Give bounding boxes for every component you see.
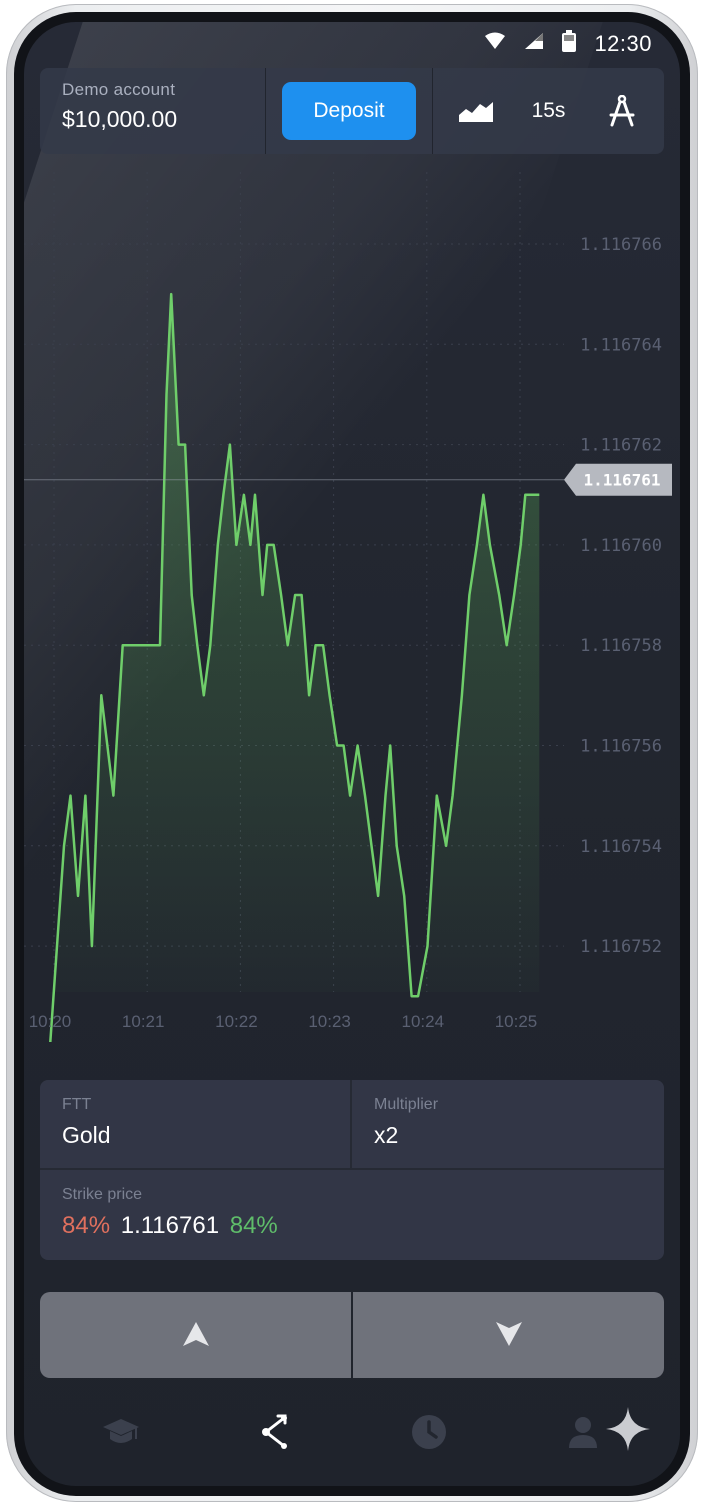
area-chart-icon[interactable] bbox=[446, 81, 506, 141]
current-price-tag: 1.116761 bbox=[564, 463, 672, 496]
trade-buttons bbox=[40, 1292, 664, 1378]
battery-icon bbox=[562, 30, 577, 57]
price-area bbox=[50, 294, 540, 1042]
nav-education[interactable] bbox=[91, 1409, 151, 1459]
y-tick-label: 1.116764 bbox=[580, 335, 662, 355]
nav-profile[interactable] bbox=[553, 1409, 613, 1459]
account-info[interactable]: Demo account $10,000.00 bbox=[40, 68, 266, 154]
ftt-value: Gold bbox=[62, 1122, 111, 1148]
x-axis-labels: 10:20 10:21 10:22 10:23 10:24 10:25 bbox=[29, 1012, 538, 1031]
deposit-button[interactable]: Deposit bbox=[282, 82, 416, 140]
strike-value: 1.116761 bbox=[120, 1212, 220, 1239]
compass-ruler-icon[interactable] bbox=[592, 81, 652, 141]
up-button[interactable] bbox=[40, 1292, 351, 1378]
multiplier-label: Multiplier bbox=[374, 1096, 439, 1113]
nav-history[interactable] bbox=[399, 1409, 459, 1459]
strike-pct-right: 84% bbox=[229, 1212, 278, 1239]
strike-label: Strike price bbox=[62, 1186, 143, 1203]
arrow-down-icon bbox=[495, 1321, 523, 1350]
down-button[interactable] bbox=[353, 1292, 664, 1378]
nav-trading[interactable] bbox=[245, 1409, 305, 1459]
x-tick-label: 10:24 bbox=[402, 1012, 445, 1031]
x-tick-label: 10:25 bbox=[495, 1012, 538, 1031]
x-tick-label: 10:23 bbox=[308, 1012, 351, 1031]
graduation-cap-icon bbox=[102, 1417, 140, 1452]
user-icon bbox=[567, 1415, 599, 1454]
arrow-up-icon bbox=[182, 1321, 210, 1350]
bottom-nav bbox=[24, 1402, 680, 1466]
signal-icon bbox=[524, 32, 544, 55]
app-screen: 12:30 Demo account $10,000.00 Deposit 15… bbox=[24, 22, 680, 1486]
current-price-value: 1.116761 bbox=[583, 471, 660, 490]
multiplier-selector[interactable]: Multiplier x2 bbox=[352, 1080, 438, 1168]
y-tick-label: 1.116752 bbox=[580, 937, 662, 957]
account-balance: $10,000.00 bbox=[62, 106, 178, 132]
y-tick-label: 1.116754 bbox=[580, 837, 662, 857]
ftt-selector[interactable]: FTT Gold bbox=[40, 1080, 352, 1168]
account-label: Demo account bbox=[62, 80, 176, 99]
x-tick-label: 10:22 bbox=[215, 1012, 258, 1031]
y-tick-label: 1.116762 bbox=[580, 436, 662, 456]
clock-time: 12:30 bbox=[594, 30, 652, 56]
multiplier-value: x2 bbox=[374, 1122, 399, 1148]
trading-icon bbox=[258, 1412, 292, 1457]
deposit-wrap: Deposit bbox=[266, 68, 433, 154]
strike-price-field[interactable]: Strike price 84% 1.116761 84% bbox=[40, 1170, 664, 1240]
clock-icon bbox=[411, 1414, 447, 1455]
ftt-label: FTT bbox=[62, 1096, 92, 1113]
account-header: Demo account $10,000.00 Deposit 15s bbox=[40, 68, 664, 154]
y-tick-label: 1.116766 bbox=[580, 235, 662, 255]
y-axis-labels: 1.116766 1.116764 1.116762 1.116760 1.116758… bbox=[580, 235, 662, 957]
timeframe-button[interactable]: 15s bbox=[519, 81, 579, 141]
chart-tools: 15s bbox=[433, 68, 664, 154]
sparkle-icon bbox=[606, 1407, 650, 1456]
status-bar: 12:30 bbox=[484, 30, 652, 57]
price-chart[interactable]: 1.116766 1.116764 1.116762 1.116760 1.116758… bbox=[24, 162, 680, 1042]
x-tick-label: 10:21 bbox=[122, 1012, 165, 1031]
trade-settings-panel: FTT Gold Multiplier x2 Strike price 84% … bbox=[40, 1080, 664, 1260]
strike-pct-left: 84% bbox=[62, 1212, 111, 1239]
y-tick-label: 1.116758 bbox=[580, 636, 662, 656]
wifi-icon bbox=[484, 32, 506, 55]
y-tick-label: 1.116756 bbox=[580, 737, 662, 757]
y-tick-label: 1.116760 bbox=[580, 536, 662, 556]
x-tick-label: 10:20 bbox=[29, 1012, 72, 1031]
